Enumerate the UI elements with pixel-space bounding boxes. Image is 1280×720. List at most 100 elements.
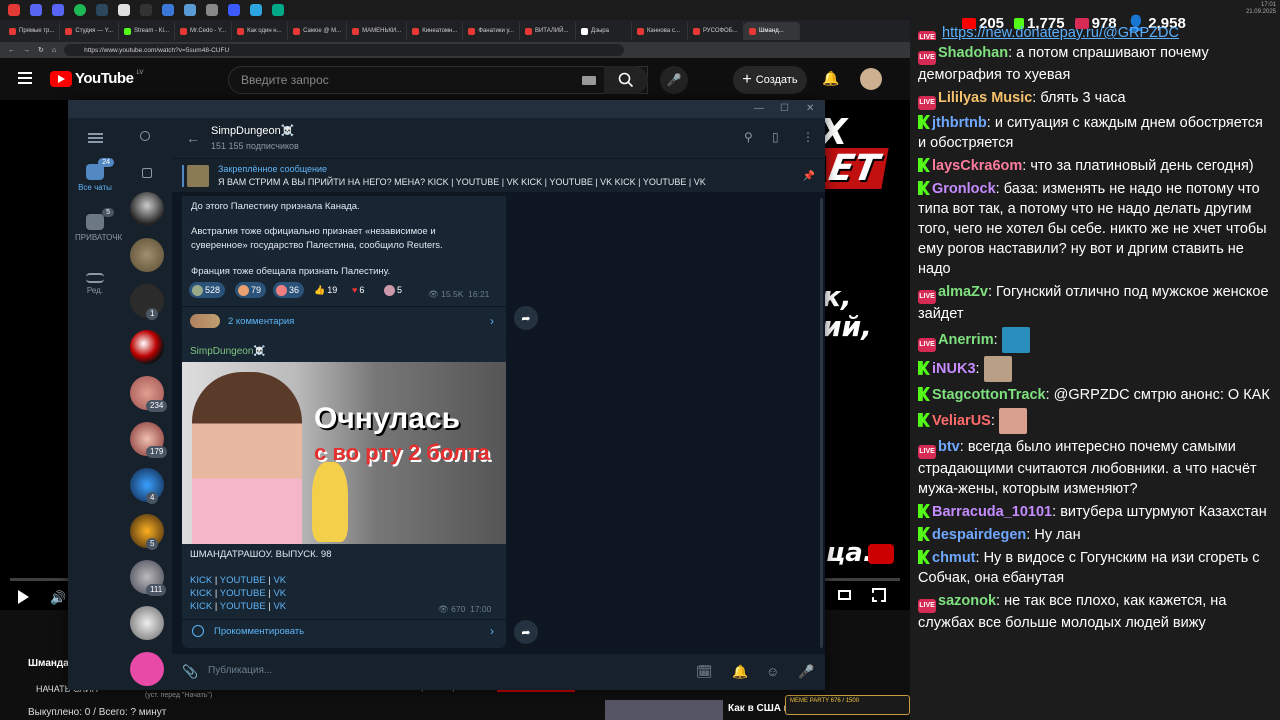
notifications-icon[interactable]: 🔔 [822, 70, 839, 87]
reaction[interactable]: 528 [189, 282, 226, 298]
browser-tab[interactable]: Каннова с... [632, 22, 688, 40]
recommended-title[interactable]: Как в США к [728, 703, 789, 714]
share-button[interactable]: ➦ [514, 620, 538, 644]
browser-tab[interactable]: Mr.Cedo - Y... [175, 22, 233, 40]
kick-link[interactable]: KICK [190, 601, 212, 612]
folder-all-chats[interactable]: 24 Все чаты [68, 158, 122, 192]
browser-tab[interactable]: Самое @ М... [288, 22, 348, 40]
browser-tab-active[interactable]: Шманд... [743, 22, 800, 40]
chat-avatar[interactable] [130, 192, 164, 226]
taskbar-app-icon[interactable] [30, 4, 42, 16]
chat-nick[interactable]: Barracuda_10101 [932, 504, 1052, 520]
chat-avatar[interactable] [130, 652, 164, 686]
chat-nick[interactable]: laysCkra6om [932, 158, 1022, 174]
browser-tab[interactable]: Фанатики у... [463, 22, 520, 40]
pinned-list-icon[interactable]: 📌 [803, 171, 815, 182]
pinned-message[interactable]: Закреплённое сообщение Я ВАМ СТРИМ А ВЫ … [172, 158, 825, 192]
browser-tab[interactable]: Прямые тр... [4, 22, 61, 40]
sidebar-toggle-icon[interactable]: ▯ [772, 130, 779, 144]
browser-tab[interactable]: Кинеатомн... [407, 22, 464, 40]
keyboard-icon[interactable] [582, 76, 596, 85]
chat-avatar[interactable] [130, 330, 164, 364]
taskbar-app-icon[interactable] [96, 4, 108, 16]
browser-tab[interactable]: ВИТАЛИЙ... [520, 22, 576, 40]
vk-link[interactable]: VK [273, 601, 286, 612]
youtube-link[interactable]: YOUTUBE [220, 588, 266, 599]
channel-name[interactable]: SimpDungeon☠️ [211, 124, 294, 137]
forward-icon[interactable]: → [23, 47, 30, 54]
mic-icon[interactable]: 🎤 [798, 664, 814, 680]
chat-nick[interactable]: Gronlock [932, 181, 996, 197]
browser-tab[interactable]: Дзыра [576, 22, 632, 40]
youtube-link[interactable]: YOUTUBE [220, 575, 266, 586]
taskbar-app-icon[interactable] [74, 4, 86, 16]
chat-avatar[interactable] [130, 606, 164, 640]
taskbar-app-icon[interactable] [272, 4, 284, 16]
browser-tab[interactable]: Студия — Y... [60, 22, 119, 40]
folder-edit[interactable]: Ред. [68, 273, 122, 295]
more-icon[interactable]: ⋮ [802, 130, 814, 144]
chat-nick[interactable]: StagcottonTrack [932, 387, 1046, 403]
play-icon[interactable] [18, 590, 29, 604]
taskbar-app-icon[interactable] [206, 4, 218, 16]
kick-link[interactable]: KICK [190, 575, 212, 586]
taskbar-app-icon[interactable] [250, 4, 262, 16]
chat-nick[interactable]: Shadohan [938, 45, 1008, 61]
mic-button[interactable]: 🎤 [660, 66, 688, 94]
folder-private[interactable]: 5 ПРИВАТОЧКА [68, 208, 128, 243]
volume-icon[interactable]: 🔊 [50, 590, 66, 606]
chat-scrollbar[interactable] [820, 198, 823, 648]
comment-button[interactable]: Прокомментировать › [190, 622, 500, 644]
schedule-icon[interactable]: 🗓 [696, 664, 713, 680]
kick-link[interactable]: KICK [190, 588, 212, 599]
chat-nick[interactable]: iNUK3 [932, 361, 976, 377]
chat-nick[interactable]: jthbrtnb [932, 115, 987, 131]
chat-nick[interactable]: despairdegen [932, 527, 1026, 543]
composer-input[interactable]: Публикация... [208, 665, 272, 676]
avatar[interactable] [860, 68, 882, 90]
create-button[interactable]: + Создать [733, 66, 807, 94]
reaction[interactable]: 5 [381, 282, 407, 298]
chat-nick[interactable]: sazonok [938, 593, 996, 609]
close-icon[interactable]: ✕ [806, 103, 814, 114]
menu-icon[interactable] [88, 133, 103, 143]
menu-icon[interactable] [18, 72, 32, 84]
maximize-icon[interactable]: ☐ [780, 103, 789, 114]
back-icon[interactable]: ← [8, 47, 15, 54]
emoji-icon[interactable]: ☺ [766, 664, 779, 679]
miniplayer-icon[interactable] [838, 590, 851, 600]
minimize-icon[interactable]: — [754, 103, 764, 114]
vk-link[interactable]: VK [273, 575, 286, 586]
share-button[interactable]: ➦ [514, 306, 538, 330]
browser-tab[interactable]: МАМЕНЬКИ... [347, 22, 408, 40]
taskbar-app-icon[interactable] [228, 4, 240, 16]
search-icon[interactable] [140, 131, 150, 141]
search-icon[interactable]: ⚲ [744, 130, 753, 144]
reload-icon[interactable]: ↻ [38, 46, 44, 54]
chat-nick[interactable]: Lililyas Music [938, 90, 1032, 106]
taskbar-app-icon[interactable] [8, 4, 20, 16]
chat-nick[interactable]: btv [938, 439, 960, 455]
browser-tab[interactable]: РУСОФОБ... [688, 22, 744, 40]
chat-nick[interactable]: VeliarUS [932, 413, 991, 429]
chat-avatar[interactable] [130, 238, 164, 272]
browser-tab[interactable]: Stream - Ki... [119, 22, 175, 40]
taskbar-app-icon[interactable] [118, 4, 130, 16]
chat-nick[interactable]: Anerrim [938, 332, 994, 348]
browser-tab[interactable]: Как один н... [232, 22, 289, 40]
video-thumbnail[interactable]: Очнулась с во рту 2 болта [182, 362, 506, 544]
reaction[interactable]: 👍 19 [311, 282, 342, 298]
taskbar-app-icon[interactable] [52, 4, 64, 16]
home-icon[interactable]: ⌂ [52, 47, 56, 54]
taskbar-app-icon[interactable] [140, 4, 152, 16]
taskbar-app-icon[interactable] [184, 4, 196, 16]
chat-nick[interactable]: almaZv [938, 284, 988, 300]
taskbar-app-icon[interactable] [162, 4, 174, 16]
post-author[interactable]: SimpDungeon☠️ [190, 346, 266, 357]
vk-link[interactable]: VK [273, 588, 286, 599]
chat-nick[interactable]: chmut [932, 550, 976, 566]
youtube-link[interactable]: YOUTUBE [220, 601, 266, 612]
comments-link[interactable]: 2 комментария › [190, 310, 500, 334]
reaction[interactable]: 36 [273, 282, 305, 298]
url-field[interactable]: https://www.youtube.com/watch?v=5sum48-C… [64, 44, 625, 56]
